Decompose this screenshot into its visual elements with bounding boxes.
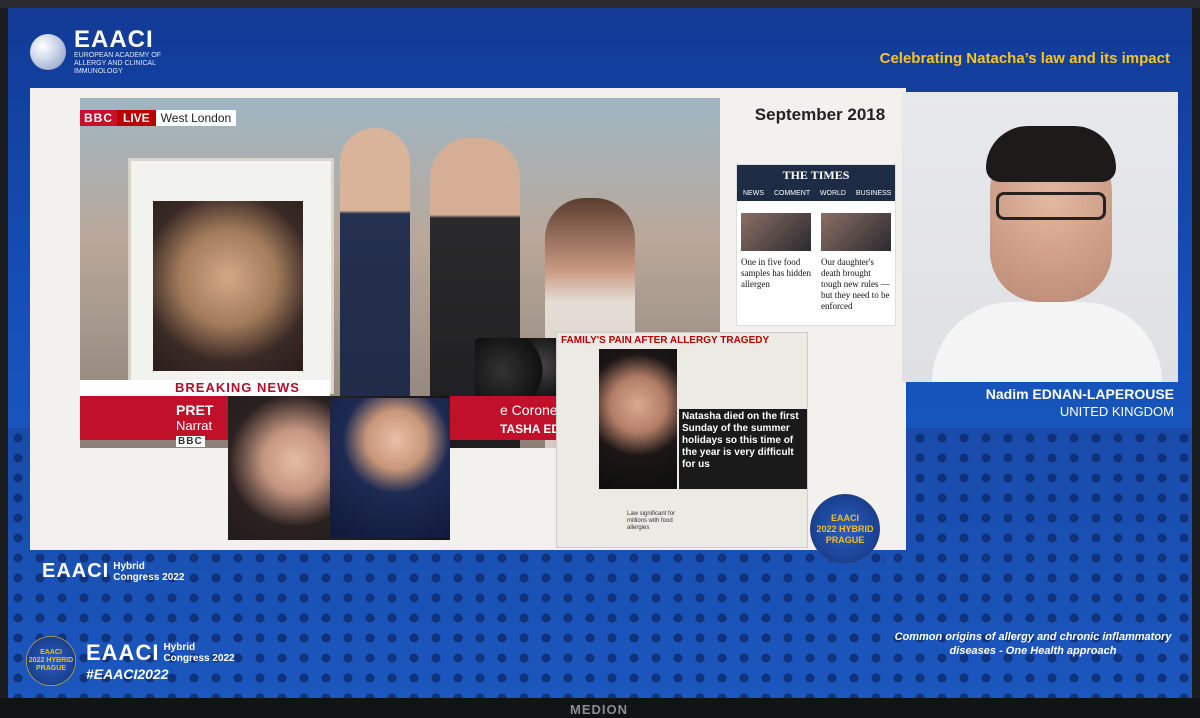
hashtag: #EAACI2022 bbox=[86, 666, 169, 682]
newspaper-headline: FAMILY'S PAIN AFTER ALLERGY TRAGEDY bbox=[561, 335, 770, 346]
times-caption: Our daughter's death brought tough new r… bbox=[821, 257, 890, 311]
location-label: West London bbox=[155, 110, 237, 126]
badge-text: PRAGUE bbox=[36, 665, 66, 672]
times-masthead: THE TIMES bbox=[737, 165, 895, 187]
speaker-hair bbox=[986, 126, 1116, 182]
slide-page-number: 2 bbox=[882, 558, 886, 564]
congress-badge: EAACI 2022 HYBRID PRAGUE bbox=[26, 636, 76, 686]
lower-third-bbc: BBC bbox=[176, 436, 205, 447]
badge-text: PRAGUE bbox=[825, 534, 865, 545]
glasses-icon bbox=[996, 192, 1106, 220]
slide-footer-logo: EAACI Hybrid Congress 2022 bbox=[42, 560, 193, 583]
newspaper-photo bbox=[599, 349, 677, 489]
badge-text: 2022 HYBRID bbox=[28, 657, 74, 664]
globe-icon bbox=[30, 34, 66, 70]
eaaci-logo: EAACI EUROPEAN ACADEMY OF ALLERGY AND CL… bbox=[30, 28, 184, 76]
times-image bbox=[821, 213, 891, 251]
speaker-country: UNITED KINGDOM bbox=[1059, 404, 1174, 419]
children-photo bbox=[330, 398, 450, 538]
newspaper-quote: Natasha died on the first Sunday of the … bbox=[679, 409, 807, 489]
lower-third-text: Narrat bbox=[176, 418, 213, 433]
bbc-logo: BBC bbox=[80, 110, 117, 126]
monitor-top-bezel bbox=[0, 0, 1200, 8]
logo-subtitle: EUROPEAN ACADEMY OF ALLERGY AND CLINICAL… bbox=[74, 52, 162, 75]
logo-text: EAACI bbox=[74, 26, 154, 53]
portrait-frame bbox=[128, 158, 334, 394]
stream-screen: EAACI EUROPEAN ACADEMY OF ALLERGY AND CL… bbox=[8, 8, 1192, 698]
monitor-brand: MEDION bbox=[570, 702, 628, 717]
footer-logo-sub: Hybrid Congress 2022 bbox=[113, 560, 185, 583]
lower-third-text: PRET bbox=[176, 402, 214, 418]
bbc-live-bar: BBC LIVE West London bbox=[80, 110, 237, 126]
breaking-news-label: BREAKING NEWS bbox=[80, 380, 330, 396]
portrait-photo bbox=[153, 201, 303, 371]
badge-text: 2022 HYBRID bbox=[816, 523, 874, 534]
speaker-body bbox=[932, 302, 1162, 382]
live-label: LIVE bbox=[117, 110, 156, 126]
newspaper-clipping: FAMILY'S PAIN AFTER ALLERGY TRAGEDY Nata… bbox=[556, 332, 808, 548]
footer-logo-text: EAACI bbox=[86, 640, 160, 665]
badge-text: EAACI bbox=[830, 512, 859, 523]
session-title: Celebrating Natacha’s law and its impact bbox=[879, 50, 1170, 67]
presentation-slide: BBC LIVE West London BREAKING NEWS PRET … bbox=[30, 88, 906, 564]
times-nav: NEWS COMMENT WORLD BUSINESS SPO bbox=[737, 187, 895, 211]
congress-theme: Common origins of allergy and chronic in… bbox=[894, 631, 1172, 657]
badge-text: EAACI bbox=[40, 649, 62, 656]
times-image bbox=[741, 213, 811, 251]
footer-logo-text: EAACI bbox=[42, 560, 110, 582]
speaker-video bbox=[902, 92, 1178, 382]
speaker-name: Nadim EDNAN-LAPEROUSE bbox=[985, 386, 1174, 402]
times-clipping: THE TIMES NEWS COMMENT WORLD BUSINESS SP… bbox=[736, 164, 896, 326]
stream-footer-logo: EAACI 2022 HYBRID PRAGUE EAACI Hybrid Co… bbox=[26, 636, 243, 686]
times-caption: One in five food samples has hidden alle… bbox=[741, 257, 811, 289]
slide-date: September 2018 bbox=[754, 105, 886, 124]
footer-logo-sub: Hybrid Congress 2022 bbox=[163, 642, 235, 664]
congress-badge: EAACI 2022 HYBRID PRAGUE bbox=[810, 494, 880, 564]
newspaper-caption: Law significant for millions with food a… bbox=[627, 511, 676, 531]
